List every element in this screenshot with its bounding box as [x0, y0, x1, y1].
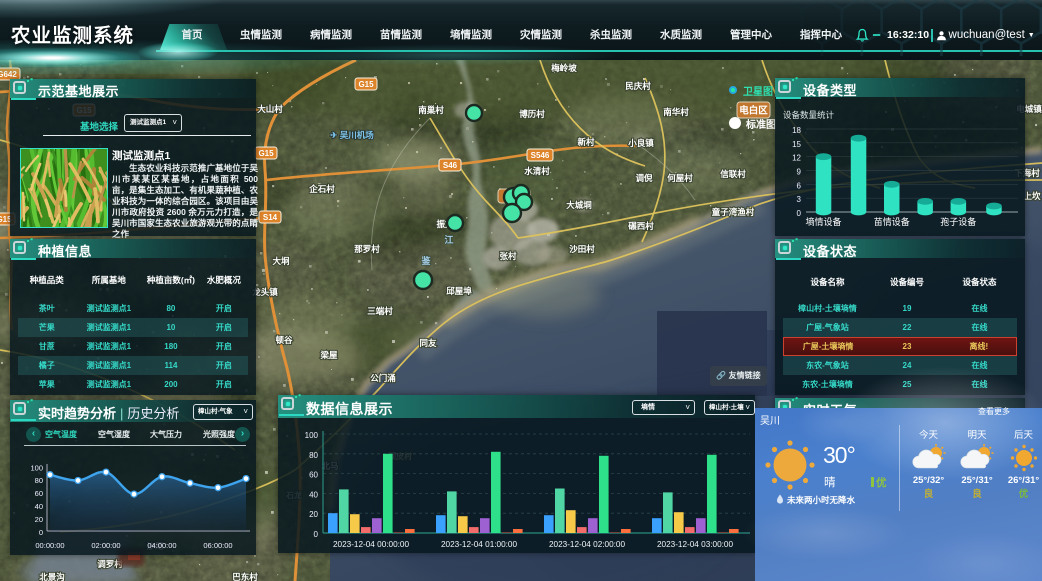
svg-text:G15: G15 [358, 80, 374, 89]
svg-text:梁屋: 梁屋 [319, 350, 338, 360]
svg-text:2023-12-04 02:00:00: 2023-12-04 02:00:00 [549, 540, 625, 549]
svg-text:0: 0 [39, 528, 43, 537]
svg-text:0: 0 [314, 530, 319, 539]
svg-text:3: 3 [797, 195, 802, 204]
svg-text:苗情设备: 苗情设备 [874, 216, 910, 227]
svg-text:上坎: 上坎 [1023, 191, 1041, 201]
svg-text:大坰: 大坰 [272, 256, 290, 266]
svg-text:北景沟: 北景沟 [39, 572, 65, 581]
svg-text:何屋村: 何屋村 [667, 173, 693, 183]
svg-text:0: 0 [797, 209, 802, 218]
svg-text:100: 100 [30, 463, 43, 472]
svg-text:南华村: 南华村 [663, 107, 689, 117]
svg-text:2023-12-04 00:00:00: 2023-12-04 00:00:00 [333, 540, 409, 549]
svg-text:S14: S14 [263, 213, 278, 222]
svg-text:40: 40 [35, 502, 43, 511]
svg-text:✈ 吴川机场: ✈ 吴川机场 [330, 130, 374, 140]
svg-text:江: 江 [444, 234, 453, 245]
svg-text:墒情设备: 墒情设备 [805, 216, 841, 227]
svg-text:同友: 同友 [419, 338, 437, 348]
svg-text:博历村: 博历村 [519, 109, 545, 119]
svg-text:巴东村: 巴东村 [232, 572, 258, 581]
svg-text:三端村: 三端村 [367, 306, 393, 316]
svg-text:02:00:00: 02:00:00 [91, 541, 120, 550]
svg-text:80: 80 [35, 476, 43, 485]
svg-text:大城垌: 大城垌 [566, 200, 592, 210]
svg-text:6: 6 [797, 181, 802, 190]
svg-text:60: 60 [35, 489, 43, 498]
svg-text:那罗村: 那罗村 [354, 244, 380, 254]
svg-text:大山村: 大山村 [257, 104, 283, 114]
svg-text:企石村: 企石村 [308, 184, 335, 194]
svg-text:18: 18 [792, 126, 801, 135]
svg-text:张村: 张村 [499, 251, 517, 261]
svg-text:调倪: 调倪 [635, 173, 653, 183]
svg-text:9: 9 [797, 168, 802, 177]
svg-text:2023-12-04 03:00:00: 2023-12-04 03:00:00 [657, 540, 733, 549]
svg-text:水清村: 水清村 [523, 166, 550, 176]
svg-text:邱屋埠: 邱屋埠 [446, 286, 472, 296]
svg-text:设备数量统计: 设备数量统计 [783, 110, 835, 120]
svg-text:沙田村: 沙田村 [569, 244, 595, 254]
svg-text:顿谷: 顿谷 [275, 335, 293, 345]
svg-text:鉴: 鉴 [420, 255, 431, 266]
svg-text:00:00:00: 00:00:00 [35, 541, 64, 550]
svg-text:2023-12-04 01:00:00: 2023-12-04 01:00:00 [441, 540, 517, 549]
svg-text:南巢村: 南巢村 [418, 105, 444, 115]
svg-text:童子湾渔村: 童子湾渔村 [712, 207, 755, 217]
svg-text:100: 100 [305, 431, 319, 440]
svg-text:20: 20 [309, 510, 318, 519]
svg-text:信联村: 信联村 [720, 169, 746, 179]
svg-text:80: 80 [309, 451, 318, 460]
svg-text:S46: S46 [443, 161, 458, 170]
svg-text:60: 60 [309, 471, 318, 480]
svg-text:06:00:00: 06:00:00 [203, 541, 232, 550]
svg-text:G15: G15 [258, 149, 274, 158]
svg-text:公门涌: 公门涌 [370, 373, 396, 383]
svg-text:新村: 新村 [577, 137, 595, 147]
svg-text:12: 12 [792, 154, 801, 163]
svg-text:S546: S546 [531, 151, 550, 160]
svg-text:15: 15 [792, 140, 801, 149]
svg-text:孢子设备: 孢子设备 [940, 216, 976, 227]
svg-text:20: 20 [35, 515, 43, 524]
svg-text:碾西村: 碾西村 [628, 221, 654, 231]
svg-text:40: 40 [309, 490, 318, 499]
svg-text:04:00:00: 04:00:00 [147, 541, 176, 550]
svg-text:小良镇: 小良镇 [627, 138, 654, 148]
svg-text:民庆村: 民庆村 [625, 81, 651, 91]
